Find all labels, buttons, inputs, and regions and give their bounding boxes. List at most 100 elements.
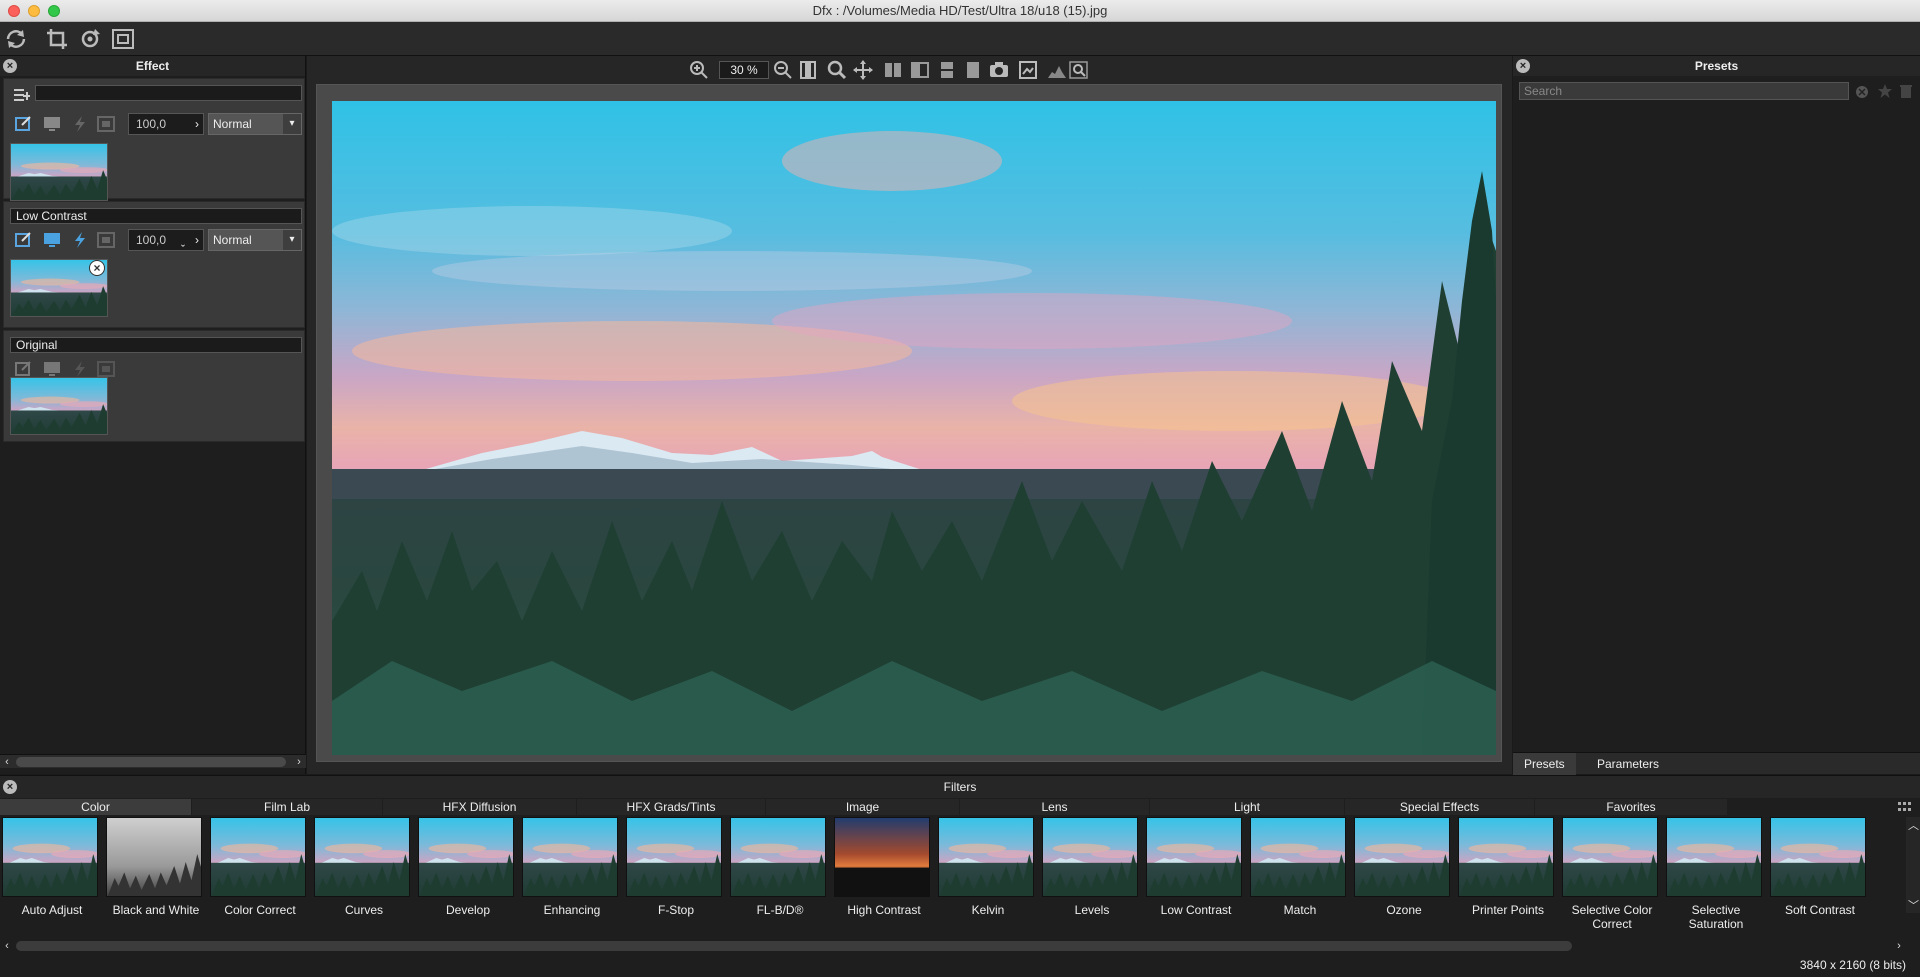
mask-edit-icon[interactable]: [14, 115, 34, 133]
grid-view-icon[interactable]: [1898, 802, 1912, 812]
filters-horizontal-scrollbar[interactable]: ‹ ›: [0, 939, 1906, 953]
remove-filter-icon[interactable]: ×: [89, 260, 105, 276]
effect-layer[interactable]: Low Contrast 100,0 ˬ › Normal ▾ ×: [3, 201, 305, 328]
scroll-left-icon[interactable]: ‹: [0, 939, 14, 953]
effect-panel-scrollbar[interactable]: ‹ ›: [0, 754, 306, 768]
layer-name-field[interactable]: Low Contrast: [10, 208, 302, 224]
scroll-thumb[interactable]: [16, 757, 286, 767]
scroll-right-icon[interactable]: ›: [1892, 939, 1906, 953]
close-icon[interactable]: ×: [1516, 59, 1530, 73]
image-viewer: 30 %: [307, 56, 1512, 774]
mask-frame-icon[interactable]: [96, 231, 116, 249]
tab-hfx-grads-tints[interactable]: HFX Grads/Tints: [577, 799, 765, 815]
tab-film-lab[interactable]: Film Lab: [192, 799, 382, 815]
compare-icon[interactable]: [1018, 60, 1038, 80]
filter-thumbnail[interactable]: [2, 817, 98, 897]
effect-layer[interactable]: 100,0 › Normal ▾: [3, 78, 305, 201]
lightning-icon[interactable]: [70, 115, 90, 133]
single-view-icon[interactable]: [963, 60, 983, 80]
tab-special-effects[interactable]: Special Effects: [1345, 799, 1534, 815]
filter-thumbnail[interactable]: [1458, 817, 1554, 897]
tab-favorites[interactable]: Favorites: [1535, 799, 1727, 815]
mask-frame-icon[interactable]: [96, 360, 116, 378]
filters-vertical-scrollbar[interactable]: ︿ ﹀: [1906, 817, 1920, 913]
blend-mode-select[interactable]: Normal ▾: [208, 229, 302, 251]
filter-thumbnail[interactable]: [1770, 817, 1866, 897]
chevron-right-icon[interactable]: ›: [195, 114, 199, 134]
histogram-icon[interactable]: [1047, 60, 1067, 80]
mask-frame-icon[interactable]: [96, 115, 116, 133]
fit-width-icon[interactable]: [798, 60, 818, 80]
fit-frame-icon[interactable]: [111, 27, 135, 51]
filter-thumbnail[interactable]: [522, 817, 618, 897]
chevron-down-icon[interactable]: ˬ: [181, 230, 185, 250]
filter-thumbnail[interactable]: [1666, 817, 1762, 897]
filter-thumbnail[interactable]: [1146, 817, 1242, 897]
monitor-icon[interactable]: [42, 360, 62, 378]
split-view-vertical-icon[interactable]: [883, 60, 903, 80]
split-view-half-icon[interactable]: [910, 60, 930, 80]
blend-mode-value: Normal: [213, 233, 252, 247]
filter-thumbnail[interactable]: [730, 817, 826, 897]
layer-thumbnail[interactable]: [10, 143, 108, 201]
layer-name-field[interactable]: [35, 85, 302, 101]
loupe-icon[interactable]: [1069, 60, 1089, 80]
filter-thumbnail[interactable]: [938, 817, 1034, 897]
opacity-field[interactable]: 100,0 ›: [128, 113, 204, 135]
monitor-icon[interactable]: [42, 231, 62, 249]
chevron-right-icon[interactable]: ›: [195, 230, 199, 250]
tab-lens[interactable]: Lens: [960, 799, 1149, 815]
filter-thumbnail[interactable]: [1562, 817, 1658, 897]
chevron-down-icon[interactable]: ﹀: [1908, 897, 1919, 913]
tab-color[interactable]: Color: [0, 799, 191, 815]
magnifier-icon[interactable]: [827, 60, 847, 80]
scroll-left-icon[interactable]: ‹: [0, 755, 14, 769]
blend-mode-select[interactable]: Normal ▾: [208, 113, 302, 135]
filter-thumbnail[interactable]: [1042, 817, 1138, 897]
split-view-horizontal-icon[interactable]: [937, 60, 957, 80]
scroll-right-icon[interactable]: ›: [292, 755, 306, 769]
snapshot-icon[interactable]: [989, 60, 1009, 80]
tab-presets[interactable]: Presets: [1513, 753, 1576, 775]
mask-edit-icon[interactable]: [14, 360, 34, 378]
lightning-icon[interactable]: [70, 360, 90, 378]
tab-image[interactable]: Image: [766, 799, 959, 815]
filter-thumbnail[interactable]: [626, 817, 722, 897]
clear-search-icon[interactable]: [1855, 85, 1869, 99]
chevron-up-icon[interactable]: ︿: [1908, 817, 1919, 833]
effect-layer[interactable]: Original: [3, 330, 305, 442]
filter-thumbnail[interactable]: [1250, 817, 1346, 897]
tab-hfx-diffusion[interactable]: HFX Diffusion: [383, 799, 576, 815]
opacity-field[interactable]: 100,0 ˬ ›: [128, 229, 204, 251]
lightning-icon[interactable]: [70, 231, 90, 249]
search-input[interactable]: Search: [1519, 82, 1849, 100]
layer-thumbnail[interactable]: [10, 377, 108, 435]
layer-name-field[interactable]: Original: [10, 337, 302, 353]
tab-parameters[interactable]: Parameters: [1586, 753, 1670, 775]
filter-label: Low Contrast: [1160, 903, 1232, 917]
zoom-in-icon[interactable]: [689, 60, 709, 80]
add-layer-icon[interactable]: [14, 88, 30, 102]
close-icon[interactable]: ×: [3, 59, 17, 73]
zoom-field[interactable]: 30 %: [719, 61, 769, 79]
close-icon[interactable]: ×: [3, 780, 17, 794]
rotate-icon[interactable]: [78, 27, 102, 51]
filter-thumbnail[interactable]: [106, 817, 202, 897]
zoom-out-icon[interactable]: [773, 60, 793, 80]
tab-light[interactable]: Light: [1150, 799, 1344, 815]
scroll-thumb[interactable]: [16, 941, 1572, 951]
filter-thumbnail[interactable]: [418, 817, 514, 897]
pan-icon[interactable]: [853, 60, 873, 80]
star-icon[interactable]: [1877, 83, 1893, 99]
refresh-icon[interactable]: [4, 27, 28, 51]
filter-thumbnail[interactable]: [834, 817, 930, 897]
filter-thumbnail[interactable]: [314, 817, 410, 897]
blend-mode-value: Normal: [213, 117, 252, 131]
monitor-icon[interactable]: [42, 115, 62, 133]
filter-thumbnail[interactable]: [210, 817, 306, 897]
filter-thumbnail[interactable]: [1354, 817, 1450, 897]
crop-icon[interactable]: [45, 27, 69, 51]
mask-edit-icon[interactable]: [14, 231, 34, 249]
main-photo[interactable]: [332, 101, 1496, 755]
trash-icon[interactable]: [1899, 83, 1913, 99]
